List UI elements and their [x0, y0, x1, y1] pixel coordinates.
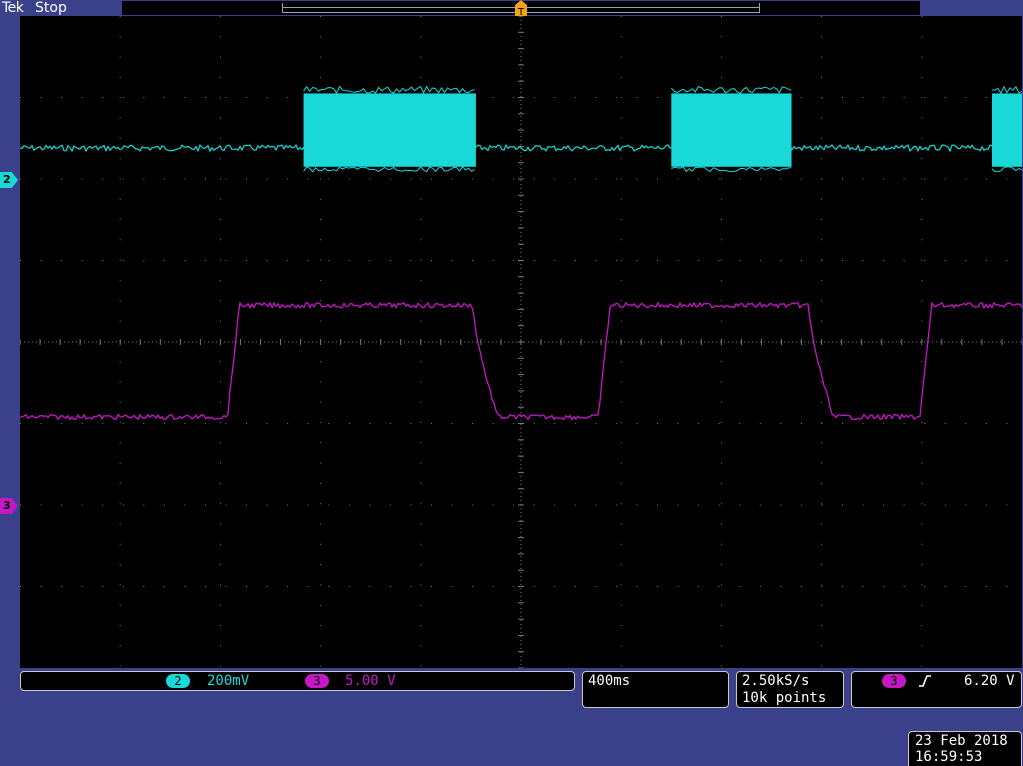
trigger-readout[interactable]: 3 6.20 V: [851, 671, 1022, 708]
date: 23 Feb 2018: [915, 733, 1008, 749]
ch3-scale: 5.00 V: [345, 673, 396, 689]
waveform-display: [19, 15, 1023, 669]
ch2-burst: [991, 93, 1022, 167]
time: 16:59:53: [915, 749, 983, 765]
ch2-burst-edge: [303, 166, 475, 173]
channel-scale-readout[interactable]: 2 200mV 3 5.00 V: [20, 671, 575, 691]
ch2-burst-edge: [670, 85, 792, 94]
ch3-badge: 3: [305, 674, 329, 688]
date-time-readout: 23 Feb 2018 16:59:53: [908, 731, 1022, 766]
horizontal-scale: 400ms: [588, 673, 631, 689]
ch2-burst-edge: [671, 166, 792, 173]
ch2-burst-edge: [991, 85, 1023, 95]
ch3-ground-marker[interactable]: 3: [0, 498, 18, 514]
trigger-source-badge: 3: [882, 674, 906, 688]
ch2-badge: 2: [166, 674, 190, 688]
top-status-bar: Tek Stop T: [0, 0, 1023, 23]
acquisition-readout[interactable]: 2.50kS/s 10k points: [736, 671, 844, 708]
record-length: 10k points: [742, 690, 827, 706]
ch2-ground-marker[interactable]: 2: [0, 172, 18, 188]
ch2-burst: [671, 93, 792, 167]
brand-logo: Tek: [2, 0, 24, 16]
sample-rate: 2.50kS/s: [742, 673, 810, 689]
rising-edge-icon: [919, 675, 931, 687]
ch2-burst-edge: [991, 166, 1023, 173]
ch2-burst-edge: [303, 85, 475, 95]
ch2-burst: [303, 93, 476, 167]
trigger-level: 6.20 V: [964, 673, 1015, 689]
ch2-scale: 200mV: [207, 673, 250, 689]
run-status: Stop: [35, 0, 67, 16]
graticule: [19, 15, 1023, 669]
timebase-readout[interactable]: 400ms: [582, 671, 729, 708]
